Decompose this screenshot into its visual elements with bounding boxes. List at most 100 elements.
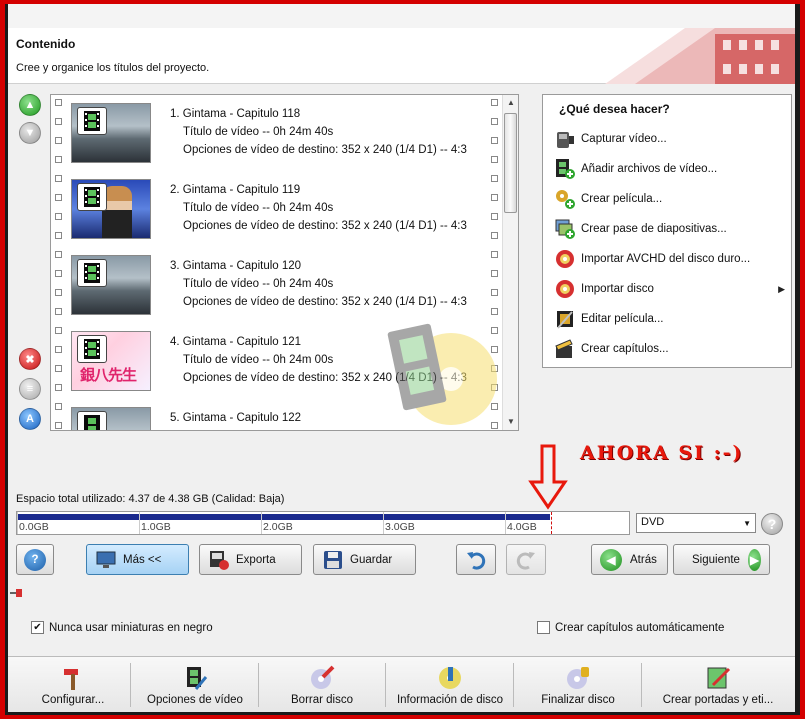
more-button[interactable]: Más << [86, 544, 189, 575]
scroll-thumb[interactable] [504, 113, 517, 213]
floppy-disk-icon [322, 549, 344, 571]
task-import-avchd[interactable]: Importar AVCHD del disco duro... [553, 247, 785, 271]
list-item[interactable]: 2. Gintama - Capitulo 119 Título de víde… [51, 171, 503, 247]
toolbar-divider [641, 663, 642, 707]
space-tick-label: 1.0GB [141, 521, 171, 533]
add-video-file-icon [553, 158, 577, 180]
title-video-options: Opciones de vídeo de destino: 352 x 240 … [183, 220, 467, 232]
delete-title-button[interactable]: ✖ [19, 348, 41, 370]
toolbar-divider [130, 663, 131, 707]
checkbox-box[interactable]: ✔ [31, 621, 44, 634]
film-sprocket [491, 251, 498, 327]
title-duration: Título de vídeo -- 0h 24m 00s [183, 354, 334, 366]
submenu-arrow-icon: ▶ [778, 283, 785, 294]
thumbnail-caption: 銀八先生 [80, 367, 137, 384]
next-button[interactable]: Siguiente ▶ [673, 544, 770, 575]
title-name: 5. Gintama - Capitulo 122 [170, 412, 302, 424]
toolbar-divider [385, 663, 386, 707]
space-tick-label: 2.0GB [263, 521, 293, 533]
undo-button[interactable] [456, 544, 496, 575]
hammer-icon [64, 668, 78, 690]
capacity-marker [551, 512, 552, 534]
toolbar-divider [513, 663, 514, 707]
title-video-options: Opciones de vídeo de destino: 352 x 240 … [183, 296, 467, 308]
scroll-up-arrow-icon[interactable]: ▲ [503, 95, 518, 111]
scroll-down-arrow-icon[interactable]: ▼ [503, 414, 518, 430]
film-icon [77, 335, 107, 363]
import-avchd-icon [553, 248, 577, 270]
title-duration: Título de vídeo -- 0h 24m 40s [183, 202, 334, 214]
toolbar-video-options[interactable]: Opciones de vídeo [134, 657, 256, 712]
film-sprocket [55, 403, 62, 430]
film-strip-decoration [605, 28, 795, 84]
auto-chapters-checkbox[interactable]: Crear capítulos automáticamente [537, 621, 724, 634]
export-button[interactable]: Exporta [199, 544, 302, 575]
space-tick-line [17, 512, 18, 534]
film-sprocket [55, 175, 62, 251]
video-thumbnail [71, 103, 151, 163]
help-button[interactable]: ? [16, 544, 54, 575]
title-video-options: Opciones de vídeo de destino: 352 x 240 … [183, 144, 467, 156]
film-sprocket [491, 175, 498, 251]
app-window: Contenido Cree y organice los títulos de… [8, 28, 795, 712]
titles-list[interactable]: 1. Gintama - Capitulo 118 Título de víde… [50, 94, 519, 431]
select-all-button[interactable]: A [19, 408, 41, 430]
title-name: 2. Gintama - Capitulo 119 [170, 184, 301, 196]
space-tick-line [261, 512, 262, 534]
toolbar-disc-info[interactable]: Información de disco [389, 657, 511, 712]
disc-info-icon [439, 666, 461, 689]
toolbar-create-covers[interactable]: Crear portadas y eti... [645, 657, 791, 712]
back-button[interactable]: ◀ Atrás [591, 544, 668, 575]
task-create-movie[interactable]: Crear película... [553, 187, 785, 211]
checkbox-label: Nunca usar miniaturas en negro [49, 621, 213, 634]
list-item[interactable]: 3. Gintama - Capitulo 120 Título de víde… [51, 247, 503, 323]
tasks-heading: ¿Qué desea hacer? [559, 102, 670, 116]
redo-button[interactable] [506, 544, 546, 575]
move-down-button[interactable]: ▼ [19, 122, 41, 144]
space-tick-label: 4.0GB [507, 521, 537, 533]
task-capture-video[interactable]: Capturar vídeo... [553, 127, 785, 151]
title-name: 3. Gintama - Capitulo 120 [170, 260, 302, 272]
monitor-icon [95, 549, 117, 571]
toolbar-finalize-disc[interactable]: Finalizar disco [517, 657, 639, 712]
film-sprocket [55, 327, 62, 403]
task-create-slideshow[interactable]: Crear pase de diapositivas... [553, 217, 785, 241]
task-add-video-files[interactable]: Añadir archivos de vídeo... [553, 157, 785, 181]
save-button-label: Guardar [350, 553, 393, 566]
task-label: Crear pase de diapositivas... [581, 223, 727, 235]
help-icon[interactable]: ? [761, 513, 783, 535]
task-import-disc[interactable]: Importar disco ▶ [553, 277, 785, 301]
toolbar-label: Finalizar disco [541, 693, 615, 706]
checkbox-box[interactable] [537, 621, 550, 634]
film-disc-watermark-icon [387, 323, 497, 425]
toolbar-label: Borrar disco [291, 693, 353, 706]
save-button[interactable]: Guardar [313, 544, 416, 575]
toolbar-configure[interactable]: Configurar... [18, 657, 128, 712]
title-duration: Título de vídeo -- 0h 24m 40s [183, 278, 334, 290]
film-sprocket [55, 99, 62, 175]
task-edit-movie[interactable]: Editar película... [553, 307, 785, 331]
list-scrollbar[interactable]: ▲ ▼ [502, 95, 518, 430]
task-create-chapters[interactable]: Crear capítulos... [553, 337, 785, 361]
no-black-thumbnails-checkbox[interactable]: ✔ Nunca usar miniaturas en negro [31, 621, 213, 634]
pin-icon[interactable] [10, 588, 24, 598]
title-properties-button[interactable]: ≡ [19, 378, 41, 400]
page-subtitle: Cree y organice los títulos del proyecto… [16, 62, 210, 74]
red-arrow-annotation-icon [528, 444, 568, 510]
export-icon [208, 549, 230, 571]
list-item[interactable]: 1. Gintama - Capitulo 118 Título de víde… [51, 95, 503, 171]
space-used-label: Espacio total utilizado: 4.37 de 4.38 GB… [16, 493, 285, 505]
finalize-disc-icon [567, 666, 589, 689]
disc-type-select[interactable]: DVD ▼ [636, 513, 756, 533]
title-name: 4. Gintama - Capitulo 121 [170, 336, 302, 348]
redo-icon [515, 549, 537, 571]
task-label: Crear capítulos... [581, 343, 669, 355]
disc-space-bar: 0.0GB 1.0GB 2.0GB 3.0GB 4.0GB [16, 511, 630, 535]
task-label: Crear película... [581, 193, 663, 205]
toolbar-erase-disc[interactable]: Borrar disco [262, 657, 382, 712]
film-icon [77, 259, 107, 287]
toolbar-label: Información de disco [396, 693, 504, 706]
move-up-button[interactable]: ▲ [19, 94, 41, 116]
space-tick-line [383, 512, 384, 534]
checkbox-label: Crear capítulos automáticamente [555, 621, 725, 634]
